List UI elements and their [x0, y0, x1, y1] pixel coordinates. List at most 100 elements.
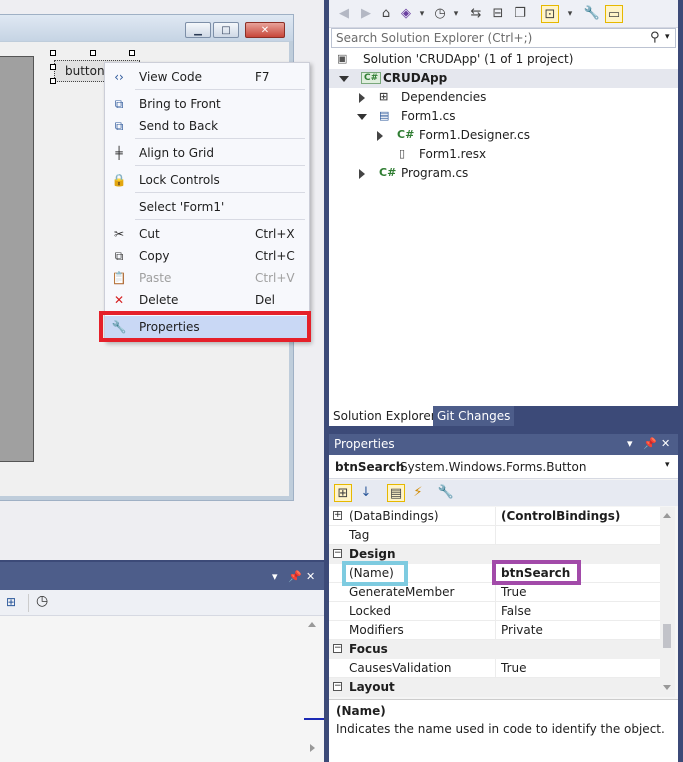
events-icon[interactable]: ⚡	[409, 484, 427, 502]
home-icon[interactable]: ⌂	[377, 5, 395, 23]
properties-icon[interactable]: ⊞	[6, 595, 16, 609]
tab-solution-explorer[interactable]: Solution Explorer	[329, 406, 440, 426]
tree-item-program[interactable]: C# Program.cs	[329, 164, 678, 183]
menu-item-view-code[interactable]: ‹› View Code F7	[105, 66, 309, 88]
vertical-scrollbar[interactable]	[304, 616, 320, 762]
properties-toggle-icon[interactable]: ⊡	[541, 5, 559, 23]
alphabetical-icon[interactable]: ↓	[357, 484, 375, 502]
dropdown-icon[interactable]: ▾	[627, 437, 633, 450]
categorized-icon[interactable]: ⊞	[334, 484, 352, 502]
property-category[interactable]: − Layout	[329, 678, 660, 697]
maximize-icon: □	[213, 22, 239, 38]
clock-icon[interactable]: ◷	[36, 593, 48, 609]
dropdown-icon[interactable]: ▾	[272, 570, 278, 583]
forward-icon[interactable]: ▶	[357, 5, 375, 23]
property-pages-icon[interactable]: 🔧	[437, 484, 455, 502]
annotation-highlight-name	[342, 561, 408, 586]
tab-git-changes[interactable]: Git Changes	[433, 406, 515, 426]
menu-item-select-form1[interactable]: Select 'Form1'	[105, 196, 309, 218]
menu-separator	[135, 219, 305, 220]
menu-item-bring-to-front[interactable]: ⧉ Bring to Front	[105, 93, 309, 115]
collapse-icon[interactable]: −	[333, 682, 342, 691]
menu-item-copy[interactable]: ⧉ Copy Ctrl+C	[105, 245, 309, 267]
column-divider	[495, 583, 496, 602]
property-value[interactable]: False	[501, 604, 531, 618]
search-icon[interactable]: ⚲	[650, 30, 660, 45]
expand-icon[interactable]: +	[333, 511, 342, 520]
resize-handle[interactable]	[50, 78, 56, 84]
tree-item-project[interactable]: C# CRUDApp	[329, 69, 678, 88]
chevron-down-icon[interactable]: ▾	[665, 32, 670, 42]
pin-icon[interactable]: 📌	[288, 570, 302, 583]
expand-arrow-icon[interactable]	[359, 93, 365, 103]
menu-item-label: Align to Grid	[139, 146, 214, 160]
tree-item-solution[interactable]: ▣ Solution 'CRUDApp' (1 of 1 project)	[329, 50, 678, 69]
tree-item-form1-designer[interactable]: C# Form1.Designer.cs	[329, 126, 678, 145]
resize-handle[interactable]	[50, 50, 56, 56]
menu-item-label: Lock Controls	[139, 173, 220, 187]
scroll-up-icon[interactable]	[308, 622, 316, 627]
wrench-icon[interactable]: 🔧	[583, 5, 601, 23]
bottom-tool-window: ▾ 📌 ✕ ⊞ ◷	[0, 562, 324, 762]
menu-item-cut[interactable]: ✂ Cut Ctrl+X	[105, 223, 309, 245]
menu-item-send-to-back[interactable]: ⧉ Send to Back	[105, 115, 309, 137]
property-row[interactable]: Locked False	[329, 602, 660, 621]
search-solution-explorer-input[interactable]: Search Solution Explorer (Ctrl+;) ⚲ ▾	[331, 28, 676, 48]
scrollbar-thumb[interactable]	[663, 624, 671, 648]
chevron-down-icon[interactable]: ▾	[447, 5, 465, 23]
pin-icon[interactable]: 📌	[643, 437, 657, 450]
menu-item-label: Cut	[139, 227, 160, 241]
vertical-scrollbar[interactable]	[660, 507, 675, 697]
property-value[interactable]: (ControlBindings)	[501, 509, 620, 523]
menu-item-paste[interactable]: 📋 Paste Ctrl+V	[105, 267, 309, 289]
object-selector[interactable]: btnSearch System.Windows.Forms.Button ▾	[329, 455, 678, 479]
property-category[interactable]: − Focus	[329, 640, 660, 659]
property-value[interactable]: True	[501, 661, 527, 675]
resize-handle[interactable]	[50, 64, 56, 70]
menu-item-align-to-grid[interactable]: ╪ Align to Grid	[105, 142, 309, 164]
collapse-all-icon[interactable]: ⊟	[489, 5, 507, 23]
close-icon[interactable]: ✕	[306, 570, 315, 583]
menu-item-lock-controls[interactable]: 🔒 Lock Controls	[105, 169, 309, 191]
expand-arrow-icon[interactable]	[357, 114, 367, 120]
chevron-down-icon[interactable]: ▾	[665, 460, 670, 470]
resize-handle[interactable]	[129, 50, 135, 56]
resize-handle[interactable]	[90, 50, 96, 56]
expand-arrow-icon[interactable]	[377, 131, 383, 141]
scroll-down-icon[interactable]	[663, 685, 671, 690]
tree-item-dependencies[interactable]: ⊞ Dependencies	[329, 88, 678, 107]
property-row[interactable]: Modifiers Private	[329, 621, 660, 640]
menu-item-shortcut: Del	[255, 293, 275, 307]
property-row[interactable]: + (DataBindings) (ControlBindings)	[329, 507, 660, 526]
form-icon: ▤	[379, 109, 390, 122]
back-icon[interactable]: ◀	[335, 5, 353, 23]
collapse-icon[interactable]: −	[333, 549, 342, 558]
annotation-highlight-properties	[99, 311, 311, 342]
property-row[interactable]: Tag	[329, 526, 660, 545]
collapse-icon[interactable]: −	[333, 644, 342, 653]
sync-icon[interactable]: ⇆	[467, 5, 485, 23]
property-row[interactable]: CausesValidation True	[329, 659, 660, 678]
expand-arrow-icon[interactable]	[339, 76, 349, 82]
preview-icon[interactable]: ▭	[605, 5, 623, 23]
menu-separator	[135, 192, 305, 193]
expand-arrow-icon[interactable]	[359, 169, 365, 179]
tree-item-form1-resx[interactable]: ▯ Form1.resx	[329, 145, 678, 164]
property-description: (Name) Indicates the name used in code t…	[329, 699, 678, 762]
tree-item-form1[interactable]: ▤ Form1.cs	[329, 107, 678, 126]
chevron-down-icon[interactable]: ▾	[561, 5, 579, 23]
scroll-up-icon[interactable]	[663, 513, 671, 518]
chevron-down-icon[interactable]: ▾	[413, 5, 431, 23]
resource-file-icon: ▯	[399, 147, 406, 160]
properties-view-icon[interactable]: ▤	[387, 484, 405, 502]
panel-control[interactable]	[0, 56, 34, 462]
close-icon[interactable]: ✕	[661, 437, 670, 450]
menu-item-shortcut: Ctrl+V	[255, 271, 295, 285]
property-value[interactable]: Private	[501, 623, 543, 637]
property-name: Locked	[349, 604, 391, 618]
scroll-right-icon[interactable]	[310, 744, 315, 752]
menu-item-delete[interactable]: ✕ Delete Del	[105, 289, 309, 311]
menu-item-label: Select 'Form1'	[139, 200, 225, 214]
property-value[interactable]: True	[501, 585, 527, 599]
show-all-files-icon[interactable]: ❐	[511, 5, 529, 23]
